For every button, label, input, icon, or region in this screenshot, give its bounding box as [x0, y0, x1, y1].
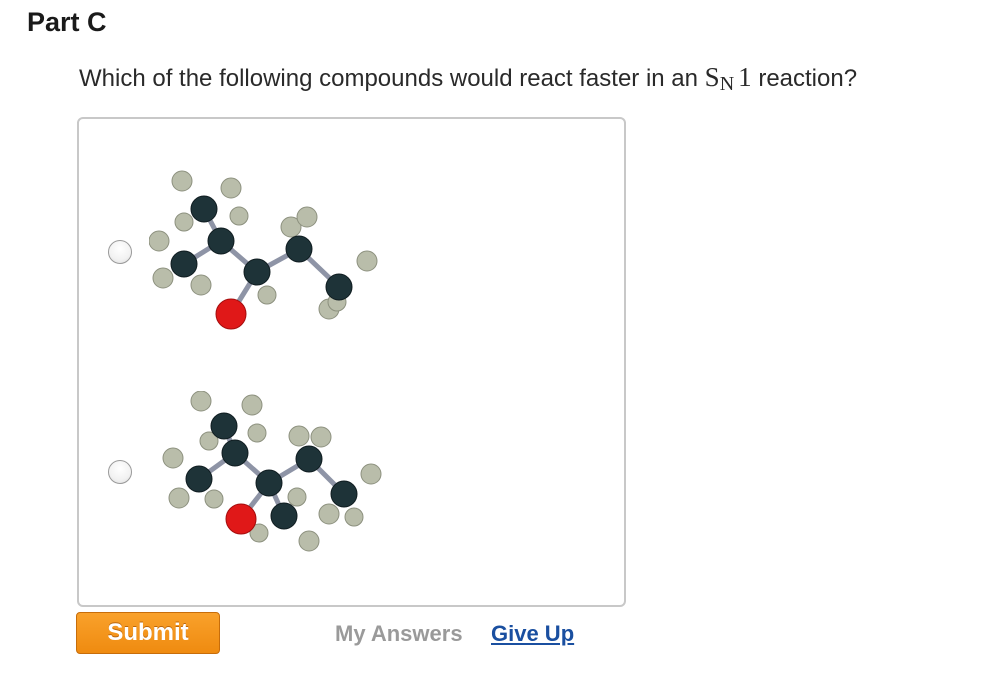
- part-title: Part C: [27, 7, 107, 37]
- option-2-radio[interactable]: [108, 460, 132, 484]
- option-1-molecule-image: [149, 170, 378, 330]
- answer-options: [77, 117, 626, 607]
- question-prefix: Which of the following compounds would r…: [79, 65, 705, 92]
- option-2-molecule-image: [162, 391, 382, 552]
- question-text: Which of the following compounds would r…: [79, 62, 858, 95]
- sn-subscript: N: [719, 73, 735, 95]
- question-suffix: reaction?: [751, 65, 858, 92]
- give-up-link[interactable]: Give Up: [491, 621, 574, 647]
- sn-number: 1: [738, 62, 752, 92]
- sn-symbol: S: [704, 62, 720, 92]
- option-1-radio[interactable]: [108, 240, 132, 264]
- my-answers-link[interactable]: My Answers: [335, 621, 463, 647]
- submit-button[interactable]: Submit: [76, 612, 220, 654]
